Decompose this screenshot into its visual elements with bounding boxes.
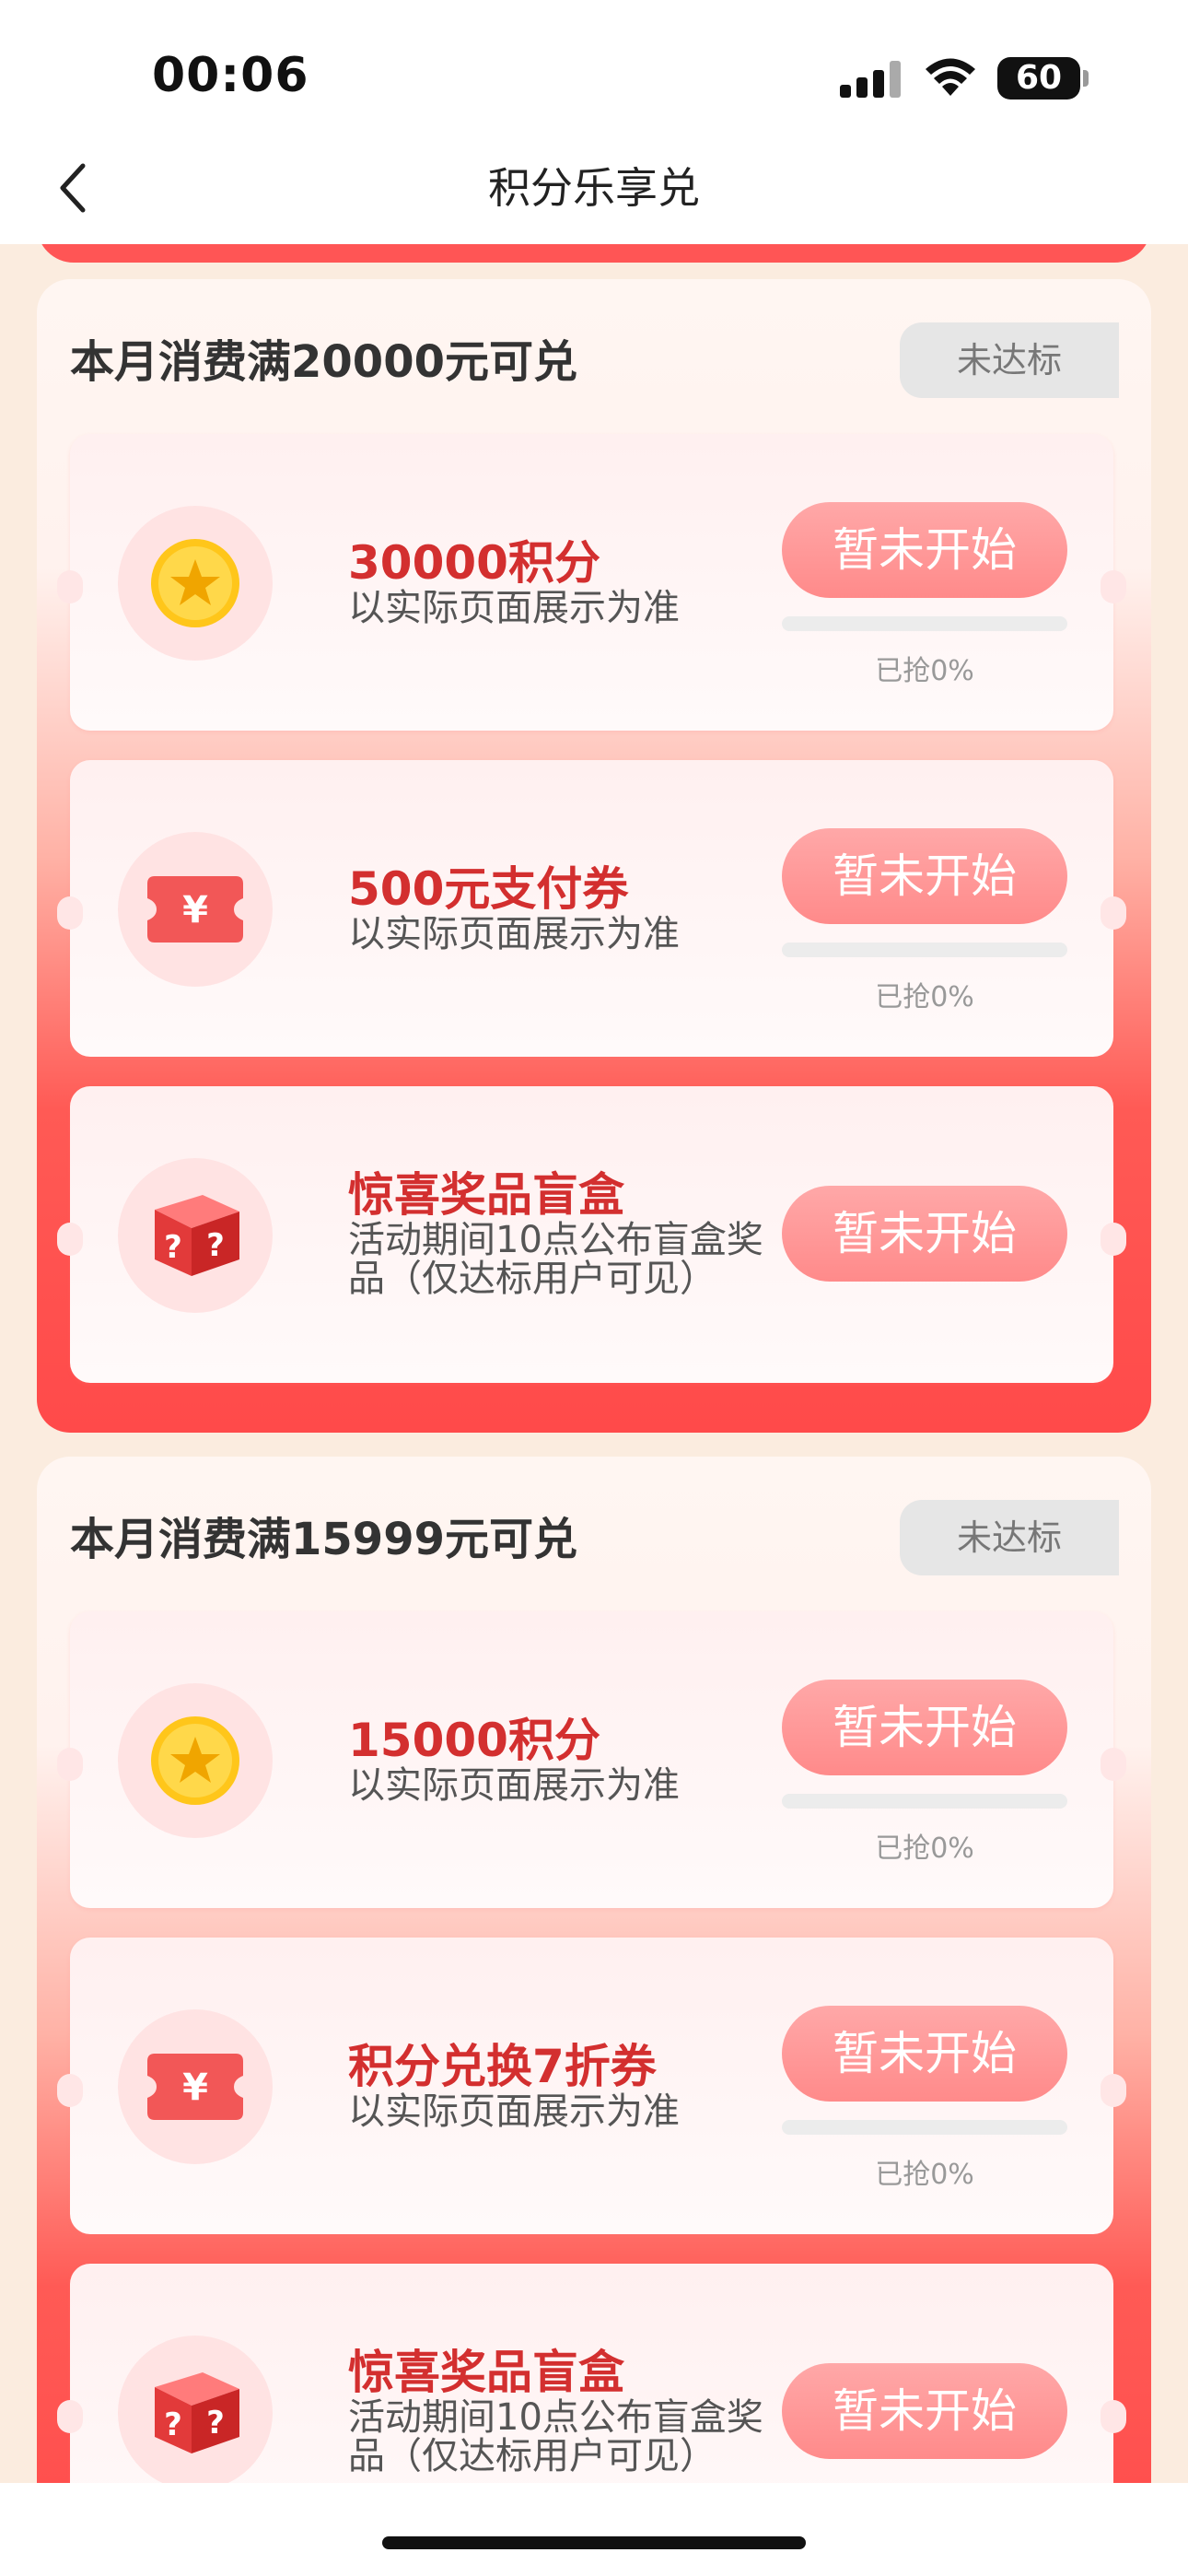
svg-text:?: ?	[164, 2406, 182, 2443]
reward-icon-circle: ? ?	[118, 2336, 273, 2483]
scroll-content[interactable]: 本月消费满20000元可兑 未达标 30000积分 以实际页面展示为准 暂未开始…	[0, 244, 1188, 2483]
status-bar: 00:06 60	[0, 0, 1188, 138]
reward-subtitle: 以实际页面展示为准	[348, 1764, 680, 1807]
gold-coin-icon	[151, 539, 239, 627]
not-started-button[interactable]: 暂未开始	[782, 502, 1067, 598]
reward-card: ? ? 惊喜奖品盲盒 活动期间10点公布盲盒奖品（仅达标用户可见） 暂未开始	[57, 2264, 1126, 2483]
reward-title: 15000积分	[348, 1714, 600, 1767]
reward-subtitle: 以实际页面展示为准	[348, 913, 680, 955]
reward-card: ¥ 积分兑换7折券 以实际页面展示为准 暂未开始 已抢0%	[57, 1938, 1126, 2234]
ticket-notch	[57, 2400, 83, 2433]
svg-text:¥: ¥	[182, 889, 208, 931]
ticket-notch	[57, 1748, 83, 1781]
reward-title: 500元支付券	[348, 862, 629, 916]
yuan-coupon-icon: ¥	[147, 2054, 243, 2120]
reward-subtitle: 以实际页面展示为准	[348, 587, 680, 629]
progress-text: 已抢0%	[875, 655, 974, 687]
status-time: 00:06	[152, 48, 309, 103]
reward-icon-circle: ? ?	[118, 1158, 273, 1313]
section-title: 本月消费满20000元可兑	[70, 336, 577, 388]
ticket-notch	[1101, 896, 1126, 930]
section-title: 本月消费满15999元可兑	[70, 1514, 577, 1565]
reward-subtitle: 活动期间10点公布盲盒奖品（仅达标用户可见）	[348, 2396, 763, 2477]
reward-subtitle: 以实际页面展示为准	[348, 2090, 680, 2133]
not-started-button[interactable]: 暂未开始	[782, 828, 1067, 924]
reward-card: 30000积分 以实际页面展示为准 暂未开始 已抢0%	[57, 434, 1126, 731]
reward-title: 惊喜奖品盲盒	[348, 2346, 624, 2399]
ticket-notch	[1101, 1748, 1126, 1781]
mystery-box-icon: ? ?	[155, 1195, 239, 1276]
not-started-button[interactable]: 暂未开始	[782, 1186, 1067, 1282]
mystery-box-icon: ? ?	[155, 2372, 239, 2453]
reward-title: 积分兑换7折券	[348, 2040, 657, 2093]
reward-card: 15000积分 以实际页面展示为准 暂未开始 已抢0%	[57, 1611, 1126, 1908]
ticket-notch	[1101, 570, 1126, 603]
ticket-notch	[57, 896, 83, 930]
svg-text:¥: ¥	[182, 2067, 208, 2109]
reward-title: 30000积分	[348, 536, 600, 590]
reward-icon-circle	[118, 506, 273, 661]
status-badge: 未达标	[900, 1500, 1119, 1575]
progress-bar	[782, 1794, 1067, 1809]
progress-bar	[782, 616, 1067, 631]
battery-icon: 60	[997, 57, 1080, 100]
reward-subtitle: 活动期间10点公布盲盒奖品（仅达标用户可见）	[348, 1219, 763, 1300]
reward-icon-circle: ¥	[118, 832, 273, 987]
ticket-notch	[57, 570, 83, 603]
battery-cap	[1083, 70, 1089, 87]
svg-text:?: ?	[206, 2405, 225, 2441]
home-indicator[interactable]	[382, 2536, 806, 2549]
progress-bar	[782, 943, 1067, 957]
previous-section-edge	[37, 244, 1151, 263]
not-started-button[interactable]: 暂未开始	[782, 1680, 1067, 1775]
reward-card: ¥ 500元支付券 以实际页面展示为准 暂未开始 已抢0%	[57, 760, 1126, 1057]
ticket-notch	[1101, 2074, 1126, 2107]
gold-coin-icon	[151, 1716, 239, 1805]
bottom-bar	[0, 2483, 1188, 2576]
not-started-button[interactable]: 暂未开始	[782, 2363, 1067, 2459]
svg-text:?: ?	[164, 1229, 182, 1266]
not-started-button[interactable]: 暂未开始	[782, 2006, 1067, 2102]
yuan-coupon-icon: ¥	[147, 876, 243, 943]
tier-section: 本月消费满15999元可兑 未达标 15000积分 以实际页面展示为准 暂未开始…	[37, 1457, 1151, 2483]
reward-icon-circle	[118, 1683, 273, 1838]
wifi-icon	[926, 58, 975, 96]
ticket-notch	[57, 1223, 83, 1256]
progress-text: 已抢0%	[875, 2159, 974, 2191]
svg-text:?: ?	[206, 1227, 225, 1264]
reward-title: 惊喜奖品盲盒	[348, 1168, 624, 1222]
tier-section: 本月消费满20000元可兑 未达标 30000积分 以实际页面展示为准 暂未开始…	[37, 279, 1151, 1433]
progress-bar	[782, 2120, 1067, 2135]
ticket-notch	[1101, 1223, 1126, 1256]
ticket-notch	[1101, 2400, 1126, 2433]
status-badge: 未达标	[900, 322, 1119, 398]
ticket-notch	[57, 2074, 83, 2107]
nav-bar: 积分乐享兑	[0, 138, 1188, 244]
reward-icon-circle: ¥	[118, 2009, 273, 2164]
progress-text: 已抢0%	[875, 1832, 974, 1865]
page-title: 积分乐享兑	[488, 163, 700, 213]
reward-card: ? ? 惊喜奖品盲盒 活动期间10点公布盲盒奖品（仅达标用户可见） 暂未开始	[57, 1086, 1126, 1383]
progress-text: 已抢0%	[875, 981, 974, 1013]
cellular-signal-icon	[840, 61, 903, 98]
